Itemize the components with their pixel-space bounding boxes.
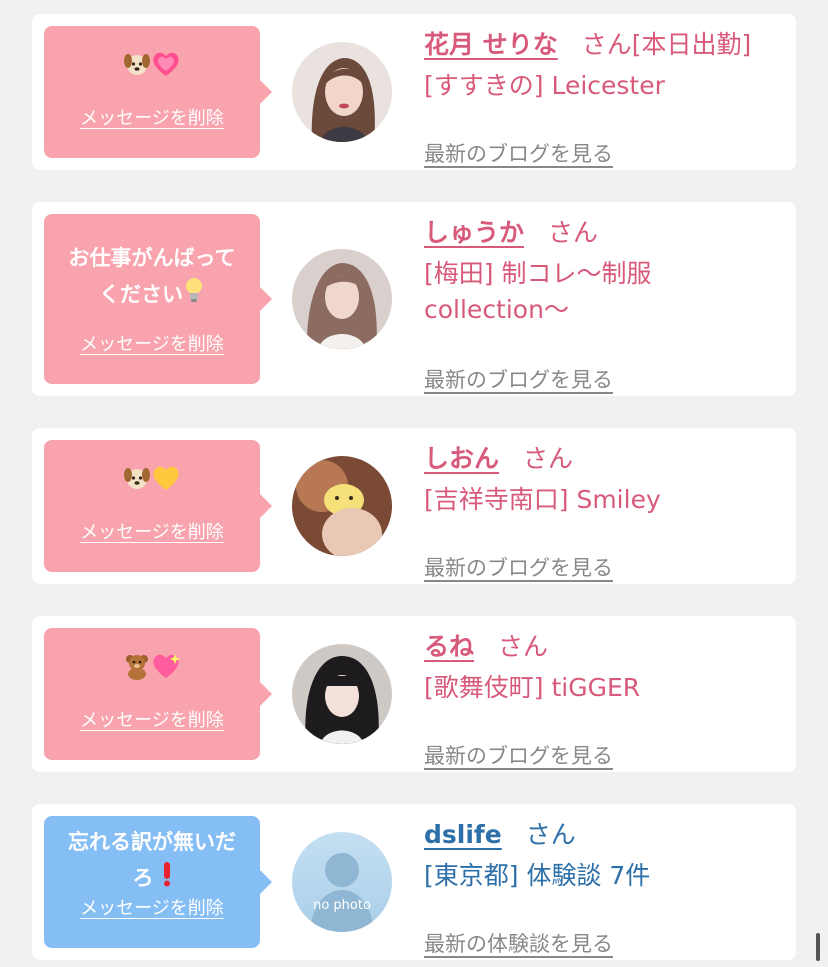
sender-name-link[interactable]: しゅうか <box>424 218 524 247</box>
message-bubble: メッセージを削除 <box>44 440 272 572</box>
growing-heart-icon <box>151 50 181 89</box>
name-line: しおん さん <box>424 442 784 476</box>
avatar[interactable] <box>292 456 392 556</box>
message-card: メッセージを削除 しおん さん [吉祥寺南口] Smiley 最新のブログを見る <box>32 428 796 584</box>
sender-name-link[interactable]: 花月 せりな <box>424 30 558 59</box>
light-bulb-icon <box>183 276 205 315</box>
latest-blog-link[interactable]: 最新のブログを見る <box>424 138 613 168</box>
latest-blog-link[interactable]: 最新のブログを見る <box>424 552 613 582</box>
no-photo-label: no photo <box>313 898 371 913</box>
shop-label: [東京都] 体験談 7件 <box>424 861 651 890</box>
message-card: 忘れる訳が無いだ ろ メッセージを削除 no photo dslife さん [東… <box>32 804 796 960</box>
delete-message-link[interactable]: メッセージを削除 <box>44 104 260 130</box>
scrollbar[interactable] <box>816 933 820 961</box>
message-text: 忘れる訳が無いだ ろ <box>54 824 250 898</box>
message-text <box>54 464 250 503</box>
message-text <box>54 50 250 89</box>
sender-info: しゅうか さん [梅田] 制コレ〜制服collection〜 最新のブログを見る <box>424 216 784 392</box>
honorific: さん <box>525 820 576 849</box>
yellow-heart-icon <box>151 464 181 503</box>
honorific: さん <box>498 632 549 661</box>
sender-info: しおん さん [吉祥寺南口] Smiley 最新のブログを見る <box>424 442 784 580</box>
sender-name-link[interactable]: るね <box>424 632 474 661</box>
latest-blog-link[interactable]: 最新のブログを見る <box>424 740 613 770</box>
exclamation-mark-icon <box>162 861 172 898</box>
name-line: るね さん <box>424 630 784 664</box>
puppy-face-icon <box>123 50 151 89</box>
message-bubble: メッセージを削除 <box>44 628 272 760</box>
puppy-face-icon <box>123 464 151 503</box>
sparkling-heart-icon <box>151 652 181 691</box>
message-card: メッセージを削除 るね さん [歌舞伎町] tiGGER 最新のブログを見る <box>32 616 796 772</box>
message-line: お仕事がんばって <box>68 246 236 270</box>
message-card: お仕事がんばって ください メッセージを削除 しゅうか さん [梅田] 制コレ〜制… <box>32 202 796 396</box>
shop-label: [歌舞伎町] tiGGER <box>424 673 641 702</box>
sender-name-link[interactable]: しおん <box>424 444 499 473</box>
shop-label: [すすきの] Leicester <box>424 71 665 100</box>
sender-name-link[interactable]: dslife <box>424 820 502 849</box>
shop-label: [吉祥寺南口] Smiley <box>424 485 661 514</box>
shop-label: [梅田] 制コレ〜制服collection〜 <box>424 259 652 324</box>
message-line-text: ろ <box>132 866 154 890</box>
message-text <box>54 652 250 691</box>
honorific: さん[本日出勤] <box>581 30 752 59</box>
sender-info: 花月 せりな さん[本日出勤] [すすきの] Leicester 最新のブログを見… <box>424 28 784 166</box>
message-line: 忘れる訳が無いだ <box>68 830 236 854</box>
message-line: ください <box>54 276 250 315</box>
sender-info: dslife さん [東京都] 体験談 7件 最新の体験談を見る <box>424 818 784 956</box>
latest-review-link[interactable]: 最新の体験談を見る <box>424 928 613 958</box>
delete-message-link[interactable]: メッセージを削除 <box>44 518 260 544</box>
avatar[interactable] <box>292 42 392 142</box>
avatar[interactable]: no photo <box>292 832 392 932</box>
teddy-bear-icon <box>123 652 151 691</box>
delete-message-link[interactable]: メッセージを削除 <box>44 894 260 920</box>
message-bubble: お仕事がんばって ください メッセージを削除 <box>44 214 272 384</box>
message-card: メッセージを削除 花月 せりな さん[本日出勤] [すすきの] Leicester… <box>32 14 796 170</box>
name-line: しゅうか さん <box>424 216 784 250</box>
latest-blog-link[interactable]: 最新のブログを見る <box>424 364 613 394</box>
message-bubble: 忘れる訳が無いだ ろ メッセージを削除 <box>44 816 272 948</box>
honorific: さん <box>548 218 599 247</box>
delete-message-link[interactable]: メッセージを削除 <box>44 706 260 732</box>
delete-message-link[interactable]: メッセージを削除 <box>44 330 260 356</box>
name-line: dslife さん <box>424 818 784 852</box>
message-line: ろ <box>54 860 250 898</box>
sender-info: るね さん [歌舞伎町] tiGGER 最新のブログを見る <box>424 630 784 768</box>
honorific: さん <box>523 444 574 473</box>
message-bubble: メッセージを削除 <box>44 26 272 158</box>
avatar[interactable] <box>292 644 392 744</box>
message-line-text: ください <box>99 282 183 307</box>
avatar[interactable] <box>292 249 392 349</box>
message-text: お仕事がんばって ください <box>54 240 250 315</box>
name-line: 花月 せりな さん[本日出勤] <box>424 28 784 62</box>
